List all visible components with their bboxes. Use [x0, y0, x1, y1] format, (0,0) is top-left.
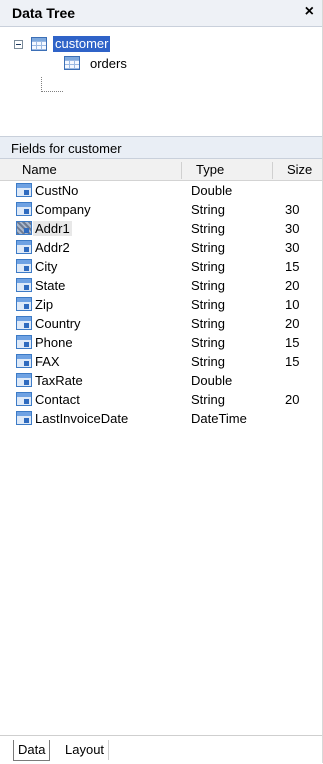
- table-icon: [64, 56, 80, 70]
- field-icon: [16, 259, 32, 273]
- field-row[interactable]: CustNo Double: [0, 181, 322, 200]
- field-name: CustNo: [35, 183, 79, 198]
- field-size: 30: [285, 240, 300, 255]
- field-name: Addr2: [35, 240, 70, 255]
- field-size: 20: [285, 392, 300, 407]
- tab-data[interactable]: Data: [13, 740, 51, 761]
- tree-connector: [41, 91, 63, 92]
- data-tree-panel: Data Tree × customer orders Fields for c…: [0, 0, 323, 764]
- tree-node-label: customer: [53, 36, 111, 52]
- field-name: LastInvoiceDate: [35, 411, 129, 426]
- field-name: Country: [35, 316, 81, 331]
- field-icon: [16, 183, 32, 197]
- field-name: Phone: [35, 335, 73, 350]
- fields-column-header: Name Type Size: [0, 159, 322, 181]
- field-size: 15: [285, 335, 300, 350]
- field-type: String: [191, 221, 225, 236]
- collapse-icon[interactable]: [14, 39, 23, 49]
- field-icon: [16, 392, 32, 406]
- field-icon: [16, 411, 32, 425]
- tree-node-label: orders: [90, 55, 127, 71]
- field-row[interactable]: State String 20: [0, 276, 322, 295]
- field-type: String: [191, 354, 225, 369]
- field-icon: [16, 202, 32, 216]
- field-row[interactable]: Company String 30: [0, 200, 322, 219]
- field-row[interactable]: Zip String 10: [0, 295, 322, 314]
- tree-node-customer[interactable]: customer: [14, 35, 111, 53]
- field-row-selected[interactable]: Addr1 String 30: [0, 219, 322, 238]
- data-tree: customer orders: [0, 27, 322, 127]
- field-row[interactable]: Country String 20: [0, 314, 322, 333]
- field-size: 15: [285, 259, 300, 274]
- field-row[interactable]: Phone String 15: [0, 333, 322, 352]
- field-icon: [16, 297, 32, 311]
- table-icon: [31, 37, 47, 51]
- column-divider[interactable]: [272, 162, 273, 179]
- field-name: FAX: [35, 354, 60, 369]
- field-icon: [16, 354, 32, 368]
- tree-connector: [41, 77, 42, 92]
- fields-section-header: Fields for customer: [0, 136, 322, 159]
- field-type: String: [191, 278, 225, 293]
- field-row[interactable]: FAX String 15: [0, 352, 322, 371]
- field-size: 15: [285, 354, 300, 369]
- field-name: Contact: [35, 392, 80, 407]
- field-size: 30: [285, 202, 300, 217]
- field-row[interactable]: TaxRate Double: [0, 371, 322, 390]
- field-icon: [16, 240, 32, 254]
- column-header-size[interactable]: Size: [287, 162, 312, 177]
- field-type: String: [191, 392, 225, 407]
- field-icon: [16, 278, 32, 292]
- field-type: String: [191, 297, 225, 312]
- bottom-tab-bar: Data Layout: [0, 735, 322, 764]
- panel-titlebar: Data Tree ×: [0, 0, 322, 27]
- field-icon: [16, 221, 32, 235]
- fields-list: CustNo Double Company String 30 Addr1 String…: [0, 181, 322, 428]
- tree-node-orders[interactable]: orders: [64, 54, 127, 72]
- field-name: Company: [35, 202, 91, 217]
- field-name: State: [35, 278, 66, 293]
- field-type: String: [191, 316, 225, 331]
- field-row[interactable]: Addr2 String 30: [0, 238, 322, 257]
- field-type: DateTime: [191, 411, 247, 426]
- field-type: Double: [191, 373, 233, 388]
- panel-title: Data Tree: [12, 5, 76, 21]
- field-name: Zip: [35, 297, 54, 312]
- field-row[interactable]: City String 15: [0, 257, 322, 276]
- field-icon: [16, 316, 32, 330]
- field-type: String: [191, 240, 225, 255]
- field-type: String: [191, 335, 225, 350]
- field-size: 20: [285, 278, 300, 293]
- field-size: 30: [285, 221, 300, 236]
- field-type: String: [191, 259, 225, 274]
- tab-layout[interactable]: Layout: [61, 740, 110, 760]
- column-header-name[interactable]: Name: [22, 162, 57, 177]
- field-type: String: [191, 202, 225, 217]
- fields-title: Fields for customer: [11, 141, 122, 156]
- field-icon: [16, 335, 32, 349]
- field-name: TaxRate: [35, 373, 83, 388]
- column-header-type[interactable]: Type: [196, 162, 224, 177]
- field-row[interactable]: Contact String 20: [0, 390, 322, 409]
- field-name: Addr1: [33, 221, 72, 236]
- field-row[interactable]: LastInvoiceDate DateTime: [0, 409, 322, 428]
- column-divider[interactable]: [181, 162, 182, 179]
- field-size: 10: [285, 297, 300, 312]
- field-size: 20: [285, 316, 300, 331]
- field-icon: [16, 373, 32, 387]
- close-icon[interactable]: ×: [305, 3, 314, 21]
- field-type: Double: [191, 183, 233, 198]
- field-name: City: [35, 259, 58, 274]
